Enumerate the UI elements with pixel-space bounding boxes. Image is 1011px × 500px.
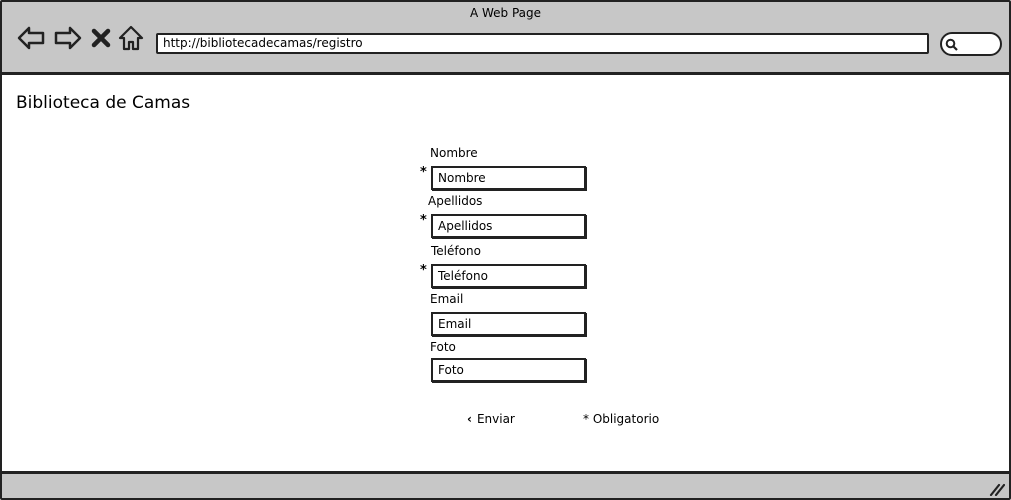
foto-label: Foto (430, 340, 456, 354)
required-mark: * (420, 263, 427, 278)
apellidos-label: Apellidos (428, 194, 483, 208)
page-title: Biblioteca de Camas (16, 93, 191, 113)
browser-toolbar: A Web Page http://bibliotecadecamas/regi… (2, 2, 1009, 75)
email-label: Email (430, 292, 464, 306)
close-icon[interactable] (90, 24, 112, 52)
telefono-input[interactable]: Teléfono (431, 264, 586, 288)
browser-window: A Web Page http://bibliotecadecamas/regi… (0, 0, 1011, 500)
window-title: A Web Page (469, 6, 542, 20)
apellidos-input[interactable]: Apellidos (431, 214, 586, 238)
required-mark: * (420, 165, 427, 180)
search-icon (945, 38, 958, 51)
email-input[interactable]: Email (431, 312, 586, 336)
required-note: * Obligatorio (583, 412, 660, 426)
nombre-label: Nombre (430, 146, 478, 160)
submit-label: Enviar (476, 412, 515, 426)
foto-input[interactable]: Foto (431, 358, 586, 382)
page-content: Biblioteca de Camas Nombre * Nombre Apel… (2, 75, 1009, 471)
home-icon[interactable] (118, 24, 144, 52)
address-bar[interactable]: http://bibliotecadecamas/registro (156, 33, 929, 54)
nombre-input[interactable]: Nombre (431, 166, 586, 190)
search-field[interactable] (940, 32, 1002, 56)
submit-button[interactable]: ‹ Enviar (467, 412, 515, 426)
chevron-left-icon: ‹ (467, 412, 472, 426)
forward-arrow-icon[interactable] (53, 24, 83, 52)
back-arrow-icon[interactable] (16, 24, 46, 52)
resize-grip-icon[interactable] (989, 481, 1006, 497)
required-mark: * (420, 213, 427, 228)
telefono-label: Teléfono (431, 244, 481, 258)
status-bar (2, 471, 1009, 498)
